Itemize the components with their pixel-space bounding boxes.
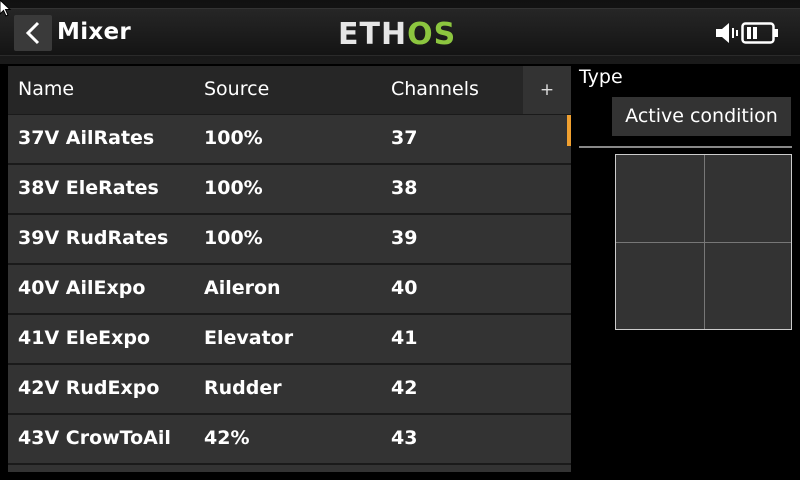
add-mixer-button[interactable]: + (523, 66, 571, 114)
row-name: 42V RudExpo (18, 377, 160, 399)
mouse-cursor-icon (0, 0, 12, 17)
table-row[interactable]: 38V EleRates 100% 38 (8, 165, 571, 213)
row-source: Elevator (204, 327, 294, 349)
battery-icon[interactable] (741, 22, 779, 44)
row-channel: 41 (391, 327, 418, 349)
panel-divider (579, 146, 792, 148)
row-source: 100% (204, 227, 263, 249)
column-header-channels: Channels (391, 78, 479, 100)
speaker-icon[interactable] (714, 21, 738, 45)
row-name: 39V RudRates (18, 227, 169, 249)
table-row[interactable]: 40V AilExpo Aileron 40 (8, 265, 571, 313)
row-name: 43V CrowToAil (18, 427, 171, 449)
graph-horizontal-axis (616, 242, 791, 243)
page-title: Mixer (57, 19, 132, 45)
row-name: 40V AilExpo (18, 277, 146, 299)
table-row-partial (8, 465, 571, 472)
table-row[interactable]: 42V RudExpo Rudder 42 (8, 365, 571, 413)
row-source: 100% (204, 177, 263, 199)
column-header-source: Source (204, 78, 270, 100)
row-name: 41V EleExpo (18, 327, 151, 349)
column-header-name: Name (18, 78, 75, 100)
row-source: 42% (204, 427, 250, 449)
back-button[interactable] (14, 15, 52, 51)
row-source: Aileron (204, 277, 281, 299)
row-source: Rudder (204, 377, 282, 399)
type-dropdown[interactable]: Active condition (612, 97, 791, 136)
curve-graph (615, 154, 792, 330)
row-channel: 37 (391, 127, 418, 149)
table-row[interactable]: 41V EleExpo Elevator 41 (8, 315, 571, 363)
row-name: 37V AilRates (18, 127, 155, 149)
row-channel: 39 (391, 227, 418, 249)
chevron-left-icon (25, 21, 40, 45)
row-name: 38V EleRates (18, 177, 159, 199)
row-channel: 42 (391, 377, 418, 399)
table-header: Name Source Channels + (8, 66, 571, 114)
row-channel: 38 (391, 177, 418, 199)
table-row[interactable]: 43V CrowToAil 42% 43 (8, 415, 571, 463)
row-source: 100% (204, 127, 263, 149)
table-row[interactable]: 39V RudRates 100% 39 (8, 215, 571, 263)
row-channel: 43 (391, 427, 418, 449)
mixer-table: Name Source Channels + 37V AilRates 100%… (8, 66, 571, 472)
ethos-logo: ETHOS (338, 17, 457, 52)
row-channel: 40 (391, 277, 418, 299)
type-label: Type (579, 66, 623, 88)
scrollbar-thumb[interactable] (567, 115, 571, 146)
table-row[interactable]: 37V AilRates 100% 37 (8, 115, 571, 163)
